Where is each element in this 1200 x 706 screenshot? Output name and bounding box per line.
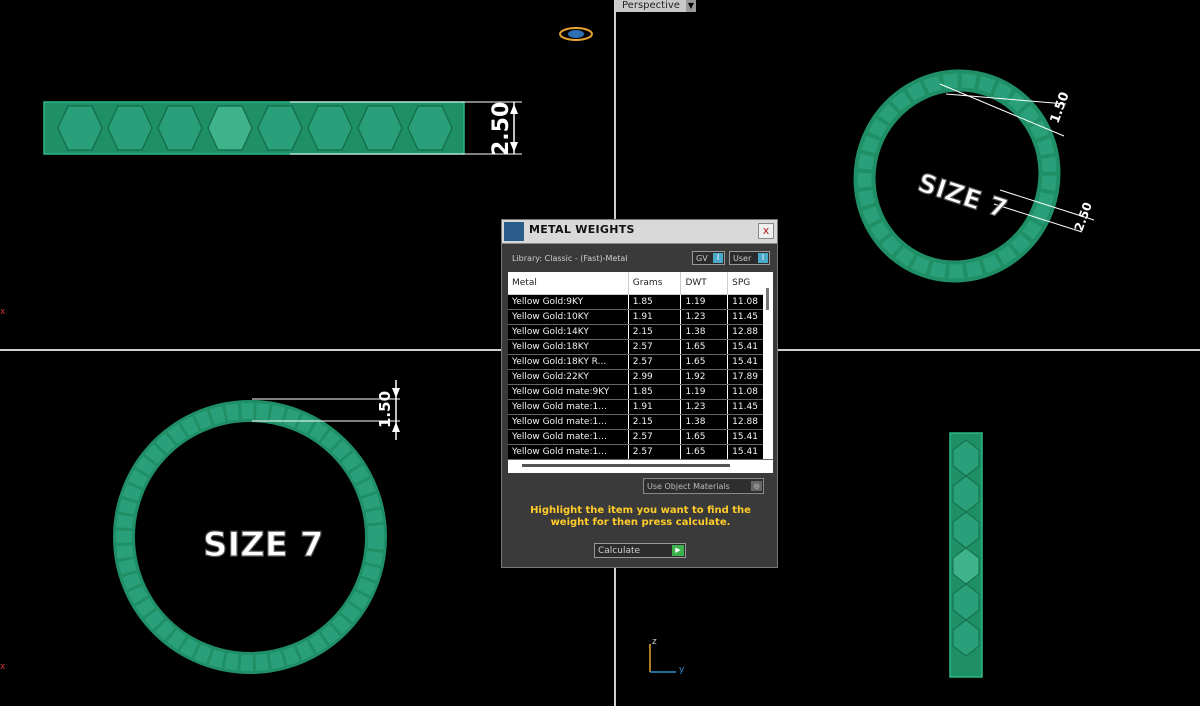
scrollbar-thumb[interactable] (766, 288, 769, 310)
table-row[interactable]: Yellow Gold mate:9KY 1.85 1.19 11.08 (508, 384, 773, 400)
cell-metal: Yellow Gold:22KY (508, 369, 629, 385)
gv-indicator-icon: I (713, 253, 723, 263)
user-toggle-label: User (733, 254, 752, 263)
calculate-button[interactable]: Calculate ▶ (594, 543, 686, 558)
dialog-title: METAL WEIGHTS (529, 223, 635, 236)
dialog-title-bar[interactable]: METAL WEIGHTS x (502, 220, 777, 244)
cell-grams: 2.57 (628, 339, 682, 355)
cell-dwt: 1.65 (680, 429, 729, 445)
cell-metal: Yellow Gold mate:1... (508, 444, 629, 460)
cell-dwt: 1.92 (680, 369, 729, 385)
cell-grams: 2.15 (628, 414, 682, 430)
user-indicator-icon: I (758, 253, 768, 263)
cell-grams: 1.91 (628, 309, 682, 325)
cell-metal: Yellow Gold mate:1... (508, 399, 629, 415)
cell-grams: 1.85 (628, 294, 682, 310)
calculate-label: Calculate (598, 546, 641, 556)
col-dwt[interactable]: DWT (680, 272, 729, 295)
cell-dwt: 1.38 (680, 324, 729, 340)
cell-dwt: 1.65 (680, 339, 729, 355)
view-gizmo-icon (559, 27, 593, 41)
instruction-message: Highlight the item you want to find the … (530, 505, 751, 528)
cell-grams: 2.99 (628, 369, 682, 385)
cell-dwt: 1.38 (680, 414, 729, 430)
table-row[interactable]: Yellow Gold:14KY 2.15 1.38 12.88 (508, 324, 773, 340)
cell-metal: Yellow Gold:10KY (508, 309, 629, 325)
metal-table[interactable]: Metal Grams DWT SPG Yellow Gold:9KY 1.85 1… (508, 272, 773, 473)
use-object-materials-label: Use Object Materials (647, 482, 730, 491)
metal-table-grid: Metal Grams DWT SPG Yellow Gold:9KY 1.85 1… (508, 272, 773, 460)
cell-grams: 2.15 (628, 324, 682, 340)
play-icon: ▶ (672, 545, 684, 556)
ring-top-view (113, 380, 400, 674)
cell-dwt: 1.19 (680, 384, 729, 400)
axis-y-label: y (679, 665, 685, 675)
table-horizontal-scrollbar[interactable] (522, 464, 730, 467)
user-toggle[interactable]: User I (729, 251, 770, 265)
use-object-materials-field[interactable]: Use Object Materials ◎ (643, 478, 764, 494)
table-row[interactable]: Yellow Gold:18KY R... 2.57 1.65 15.41 (508, 354, 773, 370)
cell-metal: Yellow Gold:18KY (508, 339, 629, 355)
cell-grams: 1.85 (628, 384, 682, 400)
metal-weights-dialog: METAL WEIGHTS x Library: Classic - (Fast… (501, 219, 778, 568)
gv-toggle[interactable]: GV I (692, 251, 725, 265)
cell-metal: Yellow Gold:18KY R... (508, 354, 629, 370)
table-row[interactable]: Yellow Gold:18KY 2.57 1.65 15.41 (508, 339, 773, 355)
cell-dwt: 1.19 (680, 294, 729, 310)
cell-dwt: 1.65 (680, 354, 729, 370)
cell-metal: Yellow Gold mate:1... (508, 429, 629, 445)
table-row[interactable]: Yellow Gold mate:1... 1.91 1.23 11.45 (508, 399, 773, 415)
gear-icon[interactable]: ◎ (751, 481, 762, 491)
library-label: Library: Classic - (Fast)-Metal (512, 254, 628, 263)
table-row[interactable]: Yellow Gold:10KY 1.91 1.23 11.45 (508, 309, 773, 325)
gv-toggle-label: GV (696, 254, 708, 263)
table-row[interactable]: Yellow Gold mate:1... 2.15 1.38 12.88 (508, 414, 773, 430)
cell-metal: Yellow Gold mate:1... (508, 414, 629, 430)
perspective-dimension-1: 1.50 (1048, 90, 1073, 125)
ring-front-view (43, 101, 522, 155)
table-row[interactable]: Yellow Gold mate:1... 2.57 1.65 15.41 (508, 429, 773, 445)
cell-dwt: 1.23 (680, 309, 729, 325)
cell-grams: 2.57 (628, 429, 682, 445)
perspective-dimension-2: 2.50 (1072, 200, 1095, 233)
cell-grams: 1.91 (628, 399, 682, 415)
table-vertical-scrollbar[interactable] (763, 272, 773, 459)
close-icon[interactable]: x (758, 223, 774, 239)
table-header-row: Metal Grams DWT SPG (508, 272, 773, 295)
axis-gizmo-icon (649, 644, 676, 673)
cell-grams: 2.57 (628, 354, 682, 370)
top-size-label: SIZE 7 (203, 525, 324, 565)
top-dimension: 1.50 (376, 391, 394, 428)
cell-grams: 2.57 (628, 444, 682, 460)
ring-perspective-view (853, 69, 1095, 283)
front-dimension: 2.50 (489, 102, 514, 156)
col-grams[interactable]: Grams (628, 272, 682, 295)
table-row[interactable]: Yellow Gold:9KY 1.85 1.19 11.08 (508, 294, 773, 310)
col-metal[interactable]: Metal (508, 272, 629, 295)
cell-metal: Yellow Gold mate:9KY (508, 384, 629, 400)
cell-metal: Yellow Gold:14KY (508, 324, 629, 340)
table-row[interactable]: Yellow Gold:22KY 2.99 1.92 17.89 (508, 369, 773, 385)
cell-metal: Yellow Gold:9KY (508, 294, 629, 310)
perspective-size-label: SIZE 7 (914, 168, 1011, 225)
ring-right-view (949, 432, 983, 678)
table-row[interactable]: Yellow Gold mate:1... 2.57 1.65 15.41 (508, 444, 773, 460)
axis-z-label: z (652, 637, 657, 647)
cell-dwt: 1.65 (680, 444, 729, 460)
app-logo-icon (504, 222, 524, 241)
cell-dwt: 1.23 (680, 399, 729, 415)
